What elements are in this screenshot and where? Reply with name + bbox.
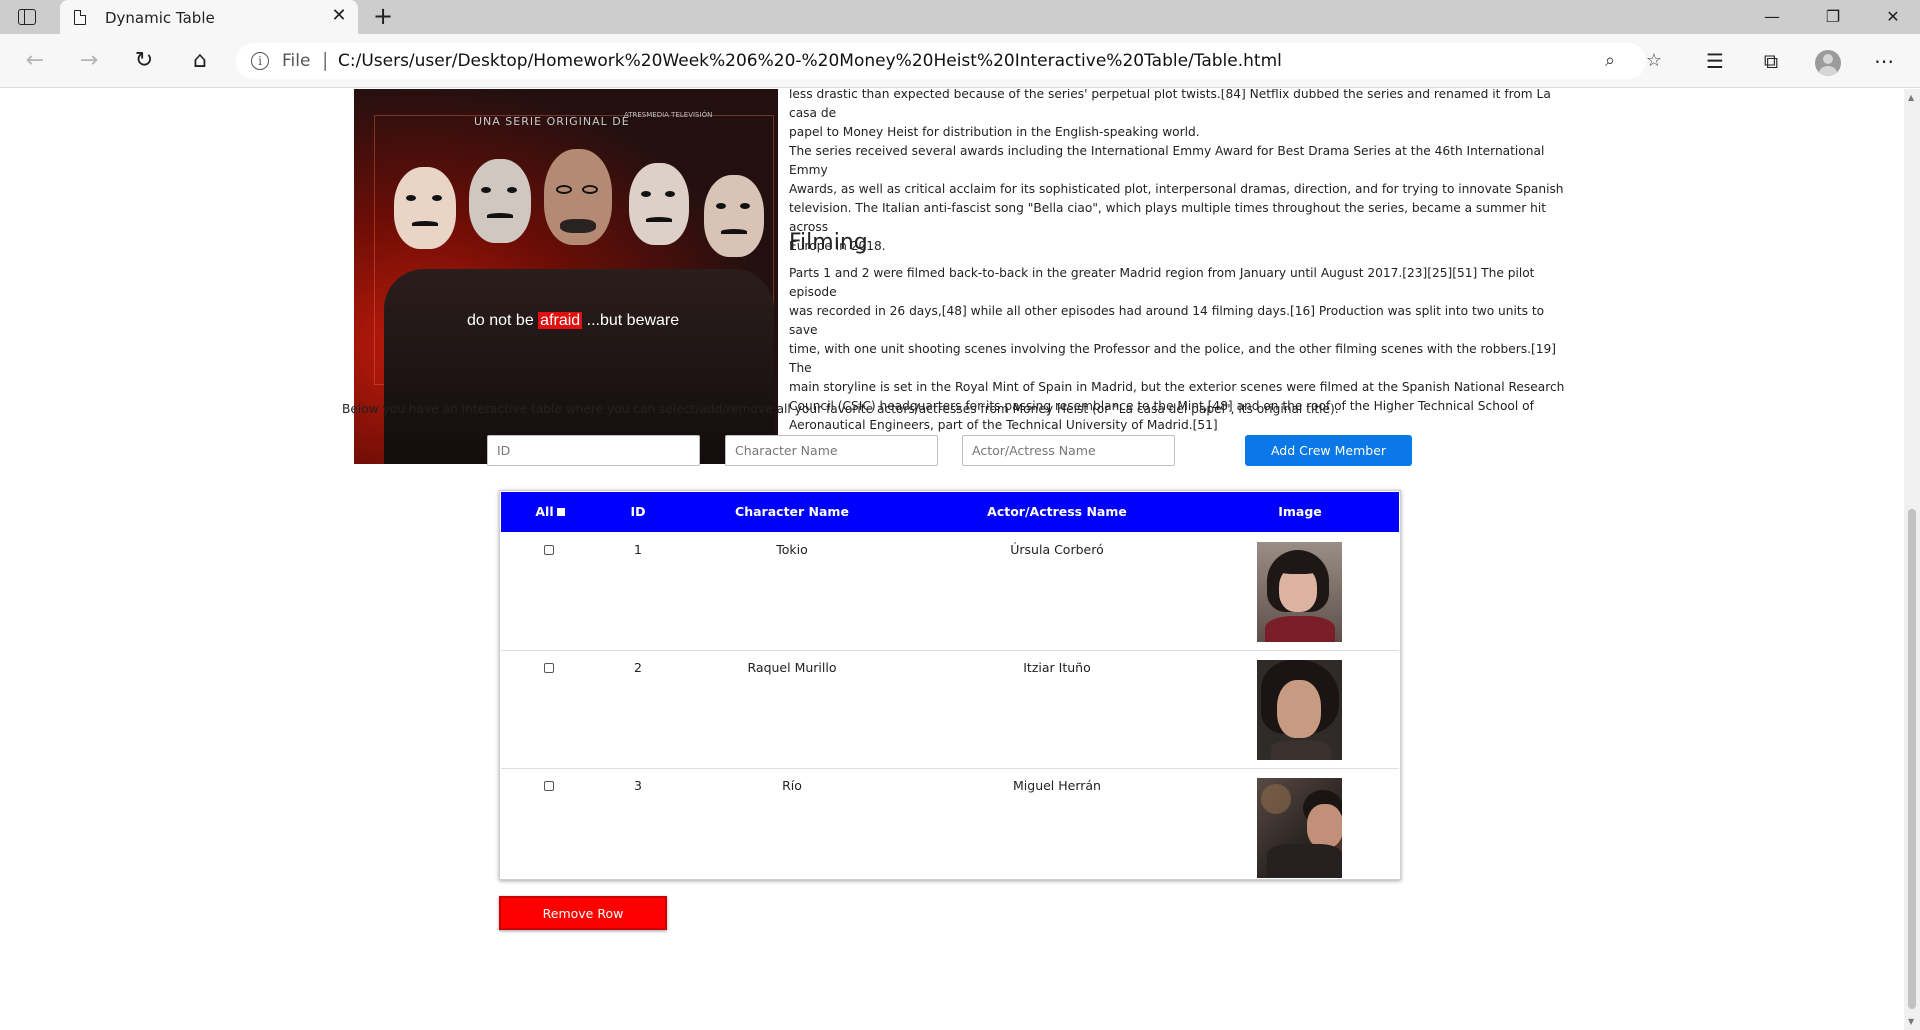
table-intro-text: Below you have an interactive table wher… [342, 402, 1339, 416]
table-row: 1 Tokio Úrsula Corberó [501, 533, 1399, 651]
row-id: 3 [634, 778, 642, 793]
mask-figure-4 [629, 163, 689, 245]
file-label: File [282, 51, 311, 71]
header-id: ID [630, 504, 646, 519]
more-options-icon[interactable]: ⋯ [1871, 48, 1897, 74]
text-line: Awards, as well as critical acclaim for … [789, 182, 1564, 196]
row-id: 2 [634, 660, 642, 675]
page-scrollbar[interactable]: ▲ ▼ [1904, 89, 1920, 1030]
row-actor: Itziar Ituño [1023, 660, 1091, 675]
filming-heading: Filming [789, 230, 868, 255]
scroll-down-icon[interactable]: ▼ [1908, 1017, 1914, 1026]
tab-bar: Dynamic Table ✕ + — ❐ ✕ [0, 0, 1920, 34]
text-line: Parts 1 and 2 were filmed back-to-back i… [789, 266, 1535, 299]
select-all-checkbox[interactable] [556, 508, 565, 516]
tab-actions-icon[interactable] [18, 9, 36, 25]
table-row: 3 Río Miguel Herrán [501, 769, 1399, 879]
actor-name-input[interactable] [962, 435, 1175, 466]
add-crew-member-button[interactable]: Add Crew Member [1245, 435, 1412, 466]
character-name-input[interactable] [725, 435, 938, 466]
crew-table: All ID Character Name Actor/Actress Name… [499, 490, 1401, 880]
header-image: Image [1278, 504, 1322, 519]
id-input[interactable] [487, 435, 700, 466]
profile-avatar[interactable] [1815, 50, 1841, 76]
poster-subtitle: UNA SERIE ORIGINAL DE [474, 115, 630, 128]
table-header: All ID Character Name Actor/Actress Name… [501, 492, 1399, 532]
row-id: 1 [634, 542, 642, 557]
text-line: The series received several awards inclu… [789, 144, 1545, 177]
minimize-icon[interactable]: — [1757, 5, 1787, 29]
mask-figure-2 [469, 159, 531, 243]
close-tab-icon[interactable]: ✕ [328, 5, 350, 27]
close-window-icon[interactable]: ✕ [1878, 5, 1908, 29]
header-actor: Actor/Actress Name [987, 504, 1127, 519]
text-line: was recorded in 26 days,[48] while all o… [789, 304, 1545, 337]
professor-figure [544, 149, 612, 245]
text-line: time, with one unit shooting scenes invo… [789, 342, 1556, 375]
forward-icon[interactable]: → [76, 48, 102, 74]
tagline-part-2: ...but beware [582, 312, 680, 329]
row-checkbox[interactable] [544, 663, 554, 673]
mask-figure-1 [394, 167, 456, 249]
tab-title: Dynamic Table [105, 9, 215, 27]
browser-tab[interactable]: Dynamic Table ✕ [60, 0, 358, 34]
actor-photo [1257, 778, 1342, 878]
remove-row-button[interactable]: Remove Row [499, 896, 667, 930]
address-bar[interactable]: i File | C:/Users/user/Desktop/Homework%… [236, 43, 1662, 79]
actor-photo [1257, 542, 1342, 642]
tagline-highlight: afraid [538, 312, 583, 329]
scroll-thumb[interactable] [1908, 509, 1916, 1009]
text-line: main storyline is set in the Royal Mint … [789, 380, 1565, 394]
info-icon[interactable]: i [251, 52, 269, 70]
refresh-icon[interactable]: ↻ [131, 48, 157, 74]
row-character: Río [782, 778, 802, 793]
header-all-label: All [535, 504, 554, 519]
favorites-icon[interactable]: ☰ [1702, 48, 1728, 74]
row-checkbox[interactable] [544, 781, 554, 791]
row-actor: Miguel Herrán [1013, 778, 1101, 793]
mask-figure-5 [704, 175, 764, 257]
header-character: Character Name [735, 504, 849, 519]
row-checkbox[interactable] [544, 545, 554, 555]
row-character: Raquel Murillo [747, 660, 837, 675]
select-all-header[interactable]: All [501, 492, 599, 532]
home-icon[interactable]: ⌂ [187, 48, 213, 74]
page-content: UNA SERIE ORIGINAL DE ATRESMEDIA TELEVIS… [0, 89, 1904, 1030]
tagline-part-1: do not be [467, 312, 539, 329]
page-icon [74, 10, 86, 25]
text-line: Aeronautical Engineers, part of the Tech… [789, 418, 1218, 432]
paragraph-release: less drastic than expected because of th… [789, 89, 1569, 142]
actor-photo [1257, 660, 1342, 760]
zoom-icon[interactable]: ⌕ [1598, 49, 1622, 73]
scroll-up-icon[interactable]: ▲ [1908, 93, 1914, 102]
text-line: Europe in 2018. [789, 239, 886, 253]
text-line: less drastic than expected because of th… [789, 89, 1551, 120]
text-line: papel to Money Heist for distribution in… [789, 125, 1200, 139]
back-icon[interactable]: ← [22, 48, 48, 74]
browser-toolbar: ← → ↻ ⌂ i File | C:/Users/user/Desktop/H… [0, 34, 1920, 88]
restore-icon[interactable]: ❐ [1818, 5, 1848, 29]
collections-icon[interactable]: ⧉ [1758, 48, 1784, 74]
row-character: Tokio [776, 542, 808, 557]
poster-brand: ATRESMEDIA TELEVISIÓN [624, 111, 713, 119]
address-separator: | [322, 49, 329, 71]
new-tab-icon[interactable]: + [370, 3, 396, 29]
paragraph-awards: The series received several awards inclu… [789, 142, 1569, 256]
url-text[interactable]: C:/Users/user/Desktop/Homework%20Week%20… [338, 51, 1282, 71]
add-favorite-icon[interactable]: ☆ [1642, 49, 1666, 73]
table-row: 2 Raquel Murillo Itziar Ituño [501, 651, 1399, 769]
poster-tagline: do not be afraid ...but beware [467, 312, 679, 330]
text-line: television. The Italian anti-fascist son… [789, 201, 1547, 234]
row-actor: Úrsula Corberó [1010, 542, 1104, 557]
